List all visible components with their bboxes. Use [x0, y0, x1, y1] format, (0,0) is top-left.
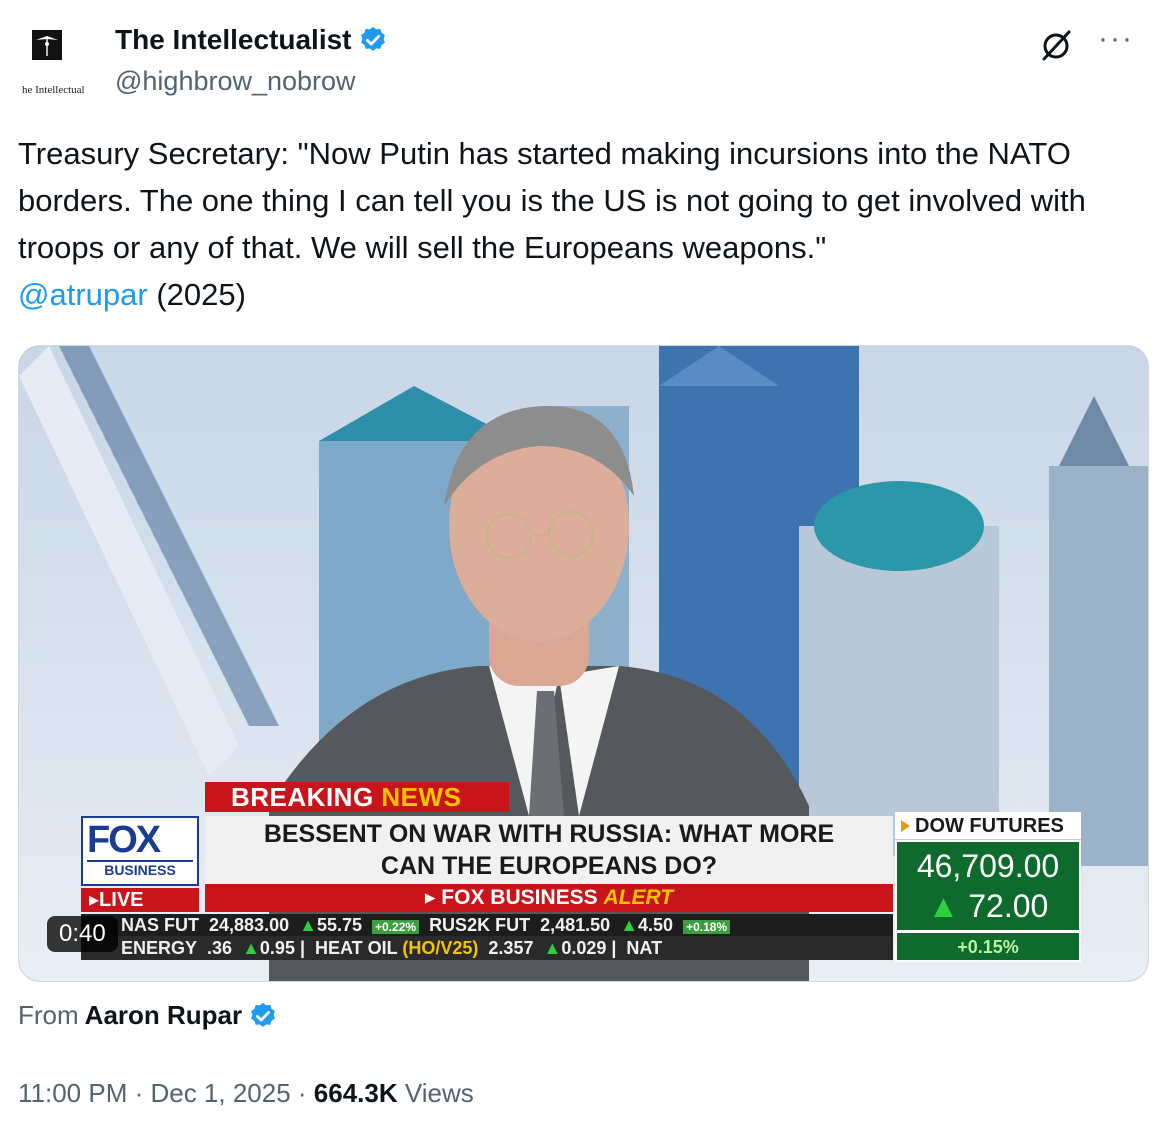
dow-pct-value: +0.15 [957, 937, 1003, 957]
tweet-time[interactable]: 11:00 PM [18, 1078, 127, 1108]
up-arrow-icon: ▲ [299, 915, 317, 935]
year-suffix: (2025) [156, 277, 246, 312]
ticker-item: 2.357 [488, 938, 534, 958]
dow-percent: +0.15% [897, 932, 1079, 960]
display-name[interactable]: The Intellectualist [115, 24, 352, 56]
tweet-date[interactable]: Dec 1, 2025 [150, 1078, 290, 1108]
more-options-icon[interactable]: ··· [1098, 22, 1134, 56]
business-wordmark: BUSINESS [87, 860, 193, 878]
ticker-item: RUS2K FUT [429, 915, 531, 935]
breaking-label: BREAKING [231, 782, 382, 812]
dow-values: 46,709.00 ▲ 72.00 [897, 842, 1079, 930]
ticker-item: 2,481.50 [540, 915, 611, 935]
from-label: From [18, 1000, 79, 1030]
ticker-row-1: NAS FUT 24,883.00 ▲55.75 +0.22% RUS2K FU… [81, 914, 893, 936]
up-arrow-icon: ▲ [242, 938, 260, 958]
source-attribution: From Aaron Rupar [18, 1000, 278, 1031]
dow-change-row: ▲ 72.00 [897, 886, 1079, 926]
alert-bar: ▸ FOX BUSINESS ALERT [205, 884, 893, 912]
ticker-item: NAS FUT [121, 915, 199, 935]
avatar[interactable]: he Intellectual [18, 24, 98, 104]
headline-line-2: CAN THE EUROPEANS DO? [380, 852, 718, 880]
ticker-item: +0.22% [372, 920, 420, 934]
live-badge: ▸LIVE [81, 888, 199, 912]
source-name[interactable]: Aaron Rupar [85, 1000, 242, 1031]
headline-line-1: BESSENT ON WAR WITH RUSSIA: WHAT MORE [263, 820, 835, 848]
ticker-item: 4.50 [638, 915, 674, 935]
ticker-item: HEAT OIL [315, 938, 398, 958]
dow-value: 46,709.00 [916, 848, 1060, 884]
dow-futures-panel: DOW FUTURES 46,709.00 ▲ 72.00 +0.15% [895, 812, 1081, 962]
video-player[interactable]: BREAKING NEWS FOX BUSINESS ▸LIVE BESSENT… [18, 345, 1149, 982]
breaking-news-banner: BREAKING NEWS [205, 782, 509, 812]
ticker-item: 24,883.00 [209, 915, 290, 935]
tweet-text: Treasury Secretary: "Now Putin has start… [18, 130, 1138, 318]
name-row: The Intellectualist [115, 24, 388, 56]
fox-business-logo: FOX BUSINESS [81, 816, 199, 886]
ticker-item: 0.029 [561, 938, 607, 958]
ticker-item: .36 [207, 938, 233, 958]
ticker-item: 0.95 [259, 938, 295, 958]
up-arrow-icon: ▲ [927, 888, 960, 924]
chyron-headline: BESSENT ON WAR WITH RUSSIA: WHAT MORE CA… [205, 816, 893, 884]
dow-label: DOW FUTURES [895, 812, 1081, 840]
tweet-body: Treasury Secretary: "Now Putin has start… [18, 136, 1086, 265]
ticker-item: ENERGY [121, 938, 198, 958]
tweet-metadata: 11:00 PM · Dec 1, 2025 · 664.3K Views [18, 1078, 474, 1108]
live-label: LIVE [99, 889, 144, 911]
tweet-header: he Intellectual The Intellectualist @hig… [18, 18, 1140, 108]
ticker-row-2: ENERGY .36 ▲0.95 | HEAT OIL (HO/V25) 2.3… [81, 936, 893, 960]
fox-wordmark: FOX [87, 819, 161, 861]
ticker-item: 55.75 [316, 915, 362, 935]
alert-prefix: FOX BUSINESS [441, 886, 604, 909]
alert-word: ALERT [603, 886, 674, 909]
user-handle[interactable]: @highbrow_nobrow [115, 66, 356, 97]
ticker-item: NAT [626, 938, 663, 958]
ticker-item: (HO/V25) [402, 938, 479, 958]
ticker-item: +0.18% [683, 920, 731, 934]
views-label: Views [404, 1078, 474, 1108]
news-label: NEWS [381, 782, 462, 812]
dow-pct-sign: % [1002, 937, 1019, 957]
views-count: 664.3K [313, 1078, 398, 1108]
intellectualist-logo-icon [32, 30, 62, 60]
mention-link[interactable]: @atrupar [18, 277, 148, 312]
verified-badge-icon[interactable] [358, 25, 388, 55]
video-duration: 0:40 [47, 916, 118, 952]
dow-change: 72.00 [968, 888, 1049, 924]
avatar-wordmark: he Intellectual [22, 84, 85, 96]
verified-badge-icon[interactable] [248, 1001, 278, 1031]
grok-icon[interactable] [1036, 26, 1076, 66]
up-arrow-icon: ▲ [620, 915, 639, 935]
up-arrow-icon: ▲ [543, 938, 562, 958]
